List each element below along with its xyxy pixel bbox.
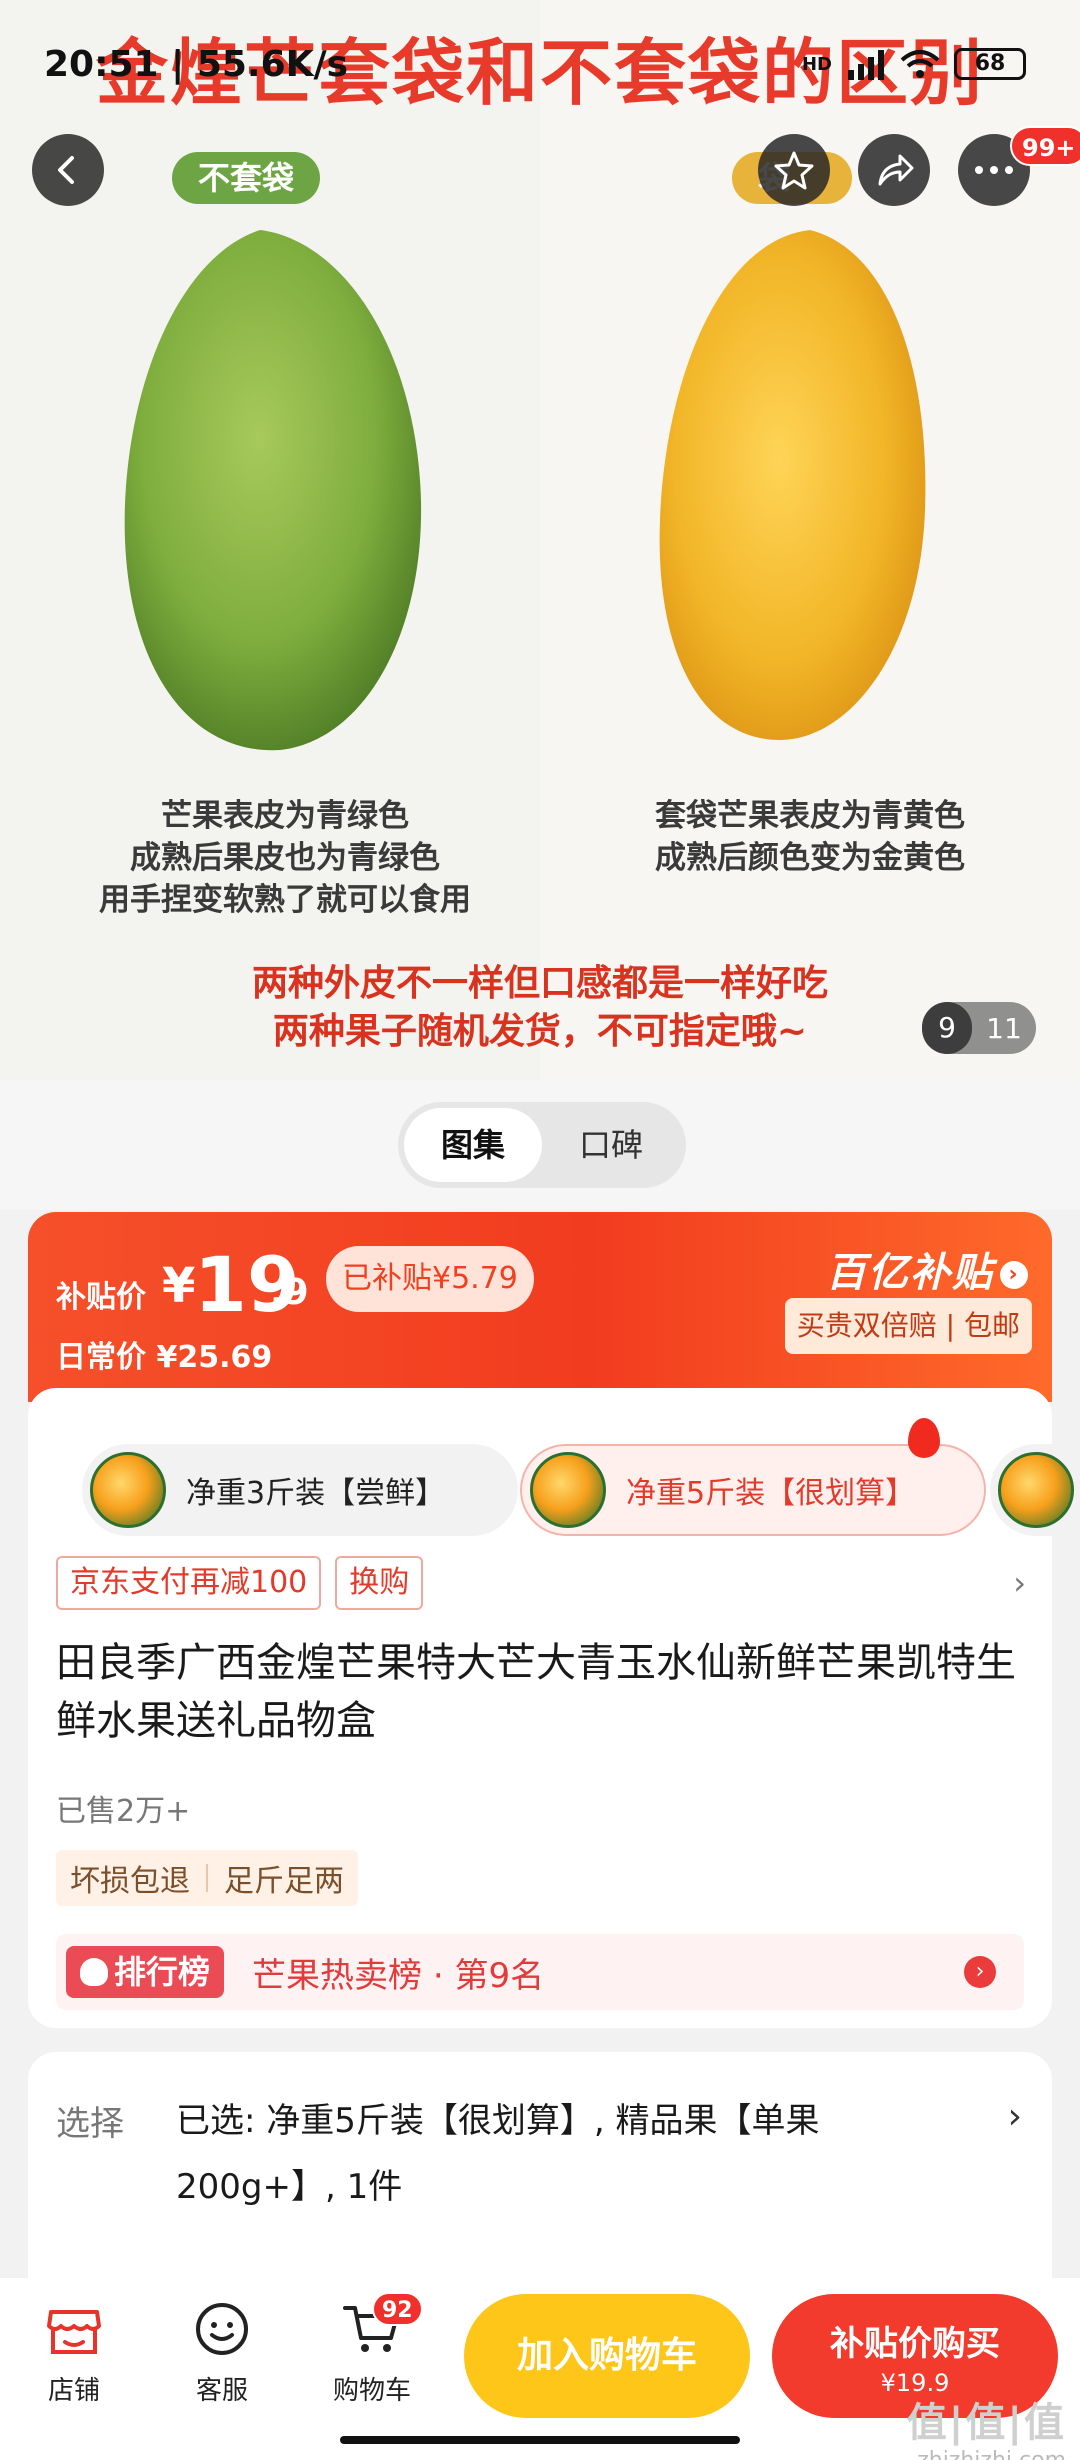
site-watermark: 值|值|值 zhizhizhi.com <box>907 2390 1066 2460</box>
clock-text: 20:51 <box>44 44 159 85</box>
add-to-cart-button[interactable]: 加入购物车 <box>464 2294 750 2418</box>
selected-options: 已选: 净重5斤装【很划算】, 精品果【单果200g+】, 1件 <box>176 2101 820 2207</box>
network-speed: 55.6K/s <box>196 44 349 85</box>
back-button[interactable] <box>32 134 104 206</box>
bagged-caption: 套袋芒果表皮为青黄色 成熟后颜色变为金黄色 <box>600 795 1020 879</box>
product-image-carousel[interactable]: 金煌芒套袋和不套袋的区别 不套袋 袋 <box>0 0 1080 1080</box>
caption-line: 用手捏变软熟了就可以食用 <box>99 882 471 918</box>
spec-thumbnail <box>530 1452 606 1528</box>
store-button[interactable]: 店铺 <box>14 2298 134 2407</box>
total-pages: 11 <box>986 1011 1022 1045</box>
price-decimal: .9 <box>270 1272 309 1313</box>
hd-icon: HD <box>801 53 832 75</box>
subsidy-amount-badge: 已补贴¥5.79 <box>326 1246 534 1312</box>
tab-gallery[interactable]: 图集 <box>404 1108 542 1182</box>
damage-refund-tag: 坏损包退 <box>70 1864 190 1899</box>
chevron-left-icon <box>58 156 74 184</box>
watermark-logo: 值|值|值 <box>906 2400 1066 2446</box>
buy-button-label: 补贴价购买 <box>830 2324 1000 2364</box>
jd-pay-promo-tag[interactable]: 京东支付再减100 <box>56 1556 322 1610</box>
chevron-right-icon: › <box>964 1956 996 1988</box>
price-banner: 补贴价 ¥ 19 .9 已补贴¥5.79 日常价 ¥25.69 百亿补贴 › 买贵… <box>28 1212 1052 1402</box>
customer-service-button[interactable]: 客服 <box>162 2298 282 2407</box>
spec-option-3jin[interactable]: 净重3斤装【尝鲜】 <box>82 1444 518 1536</box>
ranking-badge-label: 排行榜 <box>114 1953 211 1991</box>
caption-line: 两种果子随机发货，不可指定哦~ <box>272 1011 808 1052</box>
ranking-text: 芒果热卖榜 · 第9名 <box>252 1955 545 1996</box>
spec-label: 净重5斤装【很划算】 <box>626 1476 916 1511</box>
selection-label: 选择 <box>56 2104 124 2144</box>
spec-label: 净重3斤装【尝鲜】 <box>186 1476 446 1511</box>
sold-count: 已售2万+ <box>56 1794 191 1829</box>
cart-count-badge: 92 <box>372 2292 423 2326</box>
watermark-site: zhizhizhi.com <box>917 2448 1066 2460</box>
hot-flame-icon <box>908 1418 940 1458</box>
status-icons: HD 68 <box>802 48 1026 80</box>
service-label: 客服 <box>195 2376 248 2406</box>
cart-label: 购物车 <box>332 2376 411 2406</box>
favorite-button[interactable] <box>758 134 830 206</box>
wifi-icon <box>900 50 940 78</box>
currency-symbol: ¥ <box>162 1258 196 1314</box>
green-mango-image <box>124 230 422 751</box>
product-title: 田良季广西金煌芒果特大芒大青玉水仙新鲜芒果凯特生鲜水果送礼品物盒 <box>56 1640 1016 1744</box>
spec-option-more[interactable] <box>990 1444 1074 1536</box>
billion-subsidy-logo: 百亿补贴 <box>826 1250 994 1296</box>
signal-icon <box>848 50 884 80</box>
status-time: 20:51 | 55.6K/s <box>44 44 349 85</box>
full-weight-tag: 足斤足两 <box>224 1864 344 1899</box>
product-info-card: 净重3斤装【尝鲜】 净重5斤装【很划算】 京东支付再减100 换购 › 田良季广… <box>28 1388 1074 2028</box>
current-page: 9 <box>922 1002 972 1054</box>
ranking-badge: 排行榜 <box>66 1946 225 1998</box>
spec-thumbnail <box>90 1452 166 1528</box>
star-icon <box>774 151 814 190</box>
unbagged-tag: 不套袋 <box>172 152 321 204</box>
spec-option-5jin-selected[interactable]: 净重5斤装【很划算】 <box>520 1444 986 1536</box>
chevron-right-icon: › <box>1007 2096 1022 2137</box>
service-tags[interactable]: 坏损包退 足斤足两 <box>56 1850 358 1906</box>
caption-line: 两种外皮不一样但口感都是一样好吃 <box>251 963 828 1004</box>
store-icon <box>47 2310 101 2354</box>
tab-reviews[interactable]: 口碑 <box>542 1108 680 1182</box>
subsidy-price-label: 补贴价 <box>56 1280 146 1315</box>
spec-thumbnail <box>998 1452 1074 1528</box>
product-detail-screen: 金煌芒套袋和不套袋的区别 不套袋 袋 <box>0 0 1080 2460</box>
chevron-right-icon[interactable]: › <box>1013 1564 1026 1602</box>
caption-line: 成熟后颜色变为金黄色 <box>655 840 965 876</box>
share-arrow-icon <box>878 154 914 186</box>
billion-subsidy-link[interactable]: 百亿补贴 › <box>826 1240 1028 1298</box>
unbagged-caption: 芒果表皮为青绿色 成熟后果皮也为青绿色 用手捏变软熟了就可以食用 <box>60 795 510 921</box>
message-count-badge: 99+ <box>1010 126 1080 166</box>
caption-line: 成熟后果皮也为青绿色 <box>130 840 440 876</box>
promo-tags: 京东支付再减100 换购 <box>56 1556 424 1610</box>
yellow-mango-image <box>659 230 926 740</box>
exchange-promo-tag[interactable]: 换购 <box>335 1556 424 1610</box>
ranking-row[interactable]: 排行榜 芒果热卖榜 · 第9名 › <box>56 1934 1024 2010</box>
chevron-right-icon: › <box>1000 1261 1028 1289</box>
image-page-indicator: 9 11 <box>922 1002 1036 1054</box>
share-button[interactable] <box>858 134 930 206</box>
daily-price: 日常价 ¥25.69 <box>56 1340 273 1375</box>
caption-line: 芒果表皮为青绿色 <box>161 798 409 834</box>
more-dots-icon <box>975 166 1013 174</box>
cart-button[interactable]: 购物车 92 <box>312 2292 432 2407</box>
gallery-tabs: 图集 口碑 <box>398 1102 686 1188</box>
gallery-tab-bar: 图集 口碑 <box>0 1080 1080 1210</box>
battery-icon: 68 <box>954 48 1026 80</box>
store-label: 店铺 <box>47 2376 100 2406</box>
home-indicator[interactable] <box>340 2436 740 2444</box>
chat-face-icon <box>196 2303 248 2355</box>
trophy-icon <box>80 1958 108 1986</box>
caption-line: 套袋芒果表皮为青黄色 <box>655 798 965 834</box>
shipping-note-caption: 两种外皮不一样但口感都是一样好吃 两种果子随机发货，不可指定哦~ <box>120 960 960 1056</box>
divider <box>206 1864 208 1892</box>
guarantee-badge: 买贵双倍赔 | 包邮 <box>784 1298 1032 1354</box>
